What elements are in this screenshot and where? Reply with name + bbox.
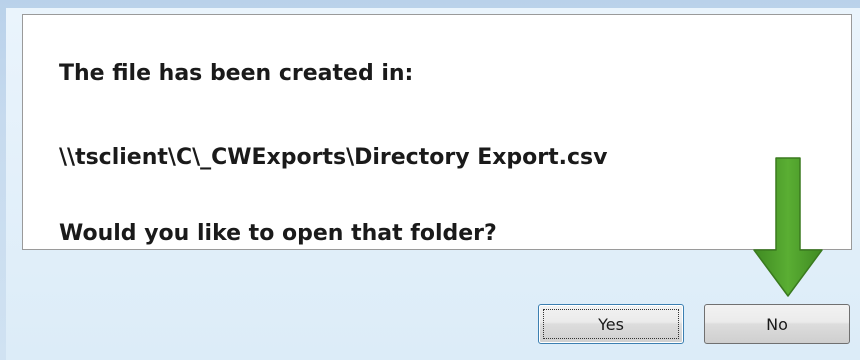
yes-button-label: Yes [598,314,624,334]
yes-button[interactable]: Yes [538,304,684,344]
arrow-shape [753,157,823,297]
message-line-file-path: \\tsclient\C\_CWExports\Directory Export… [59,145,608,170]
down-arrow-icon [753,157,823,297]
message-panel: The file has been created in: \\tsclient… [22,14,852,250]
no-button[interactable]: No [704,304,850,344]
message-line-created: The file has been created in: [59,61,414,86]
no-button-label: No [766,314,788,334]
message-line-question: Would you like to open that folder? [59,221,497,246]
